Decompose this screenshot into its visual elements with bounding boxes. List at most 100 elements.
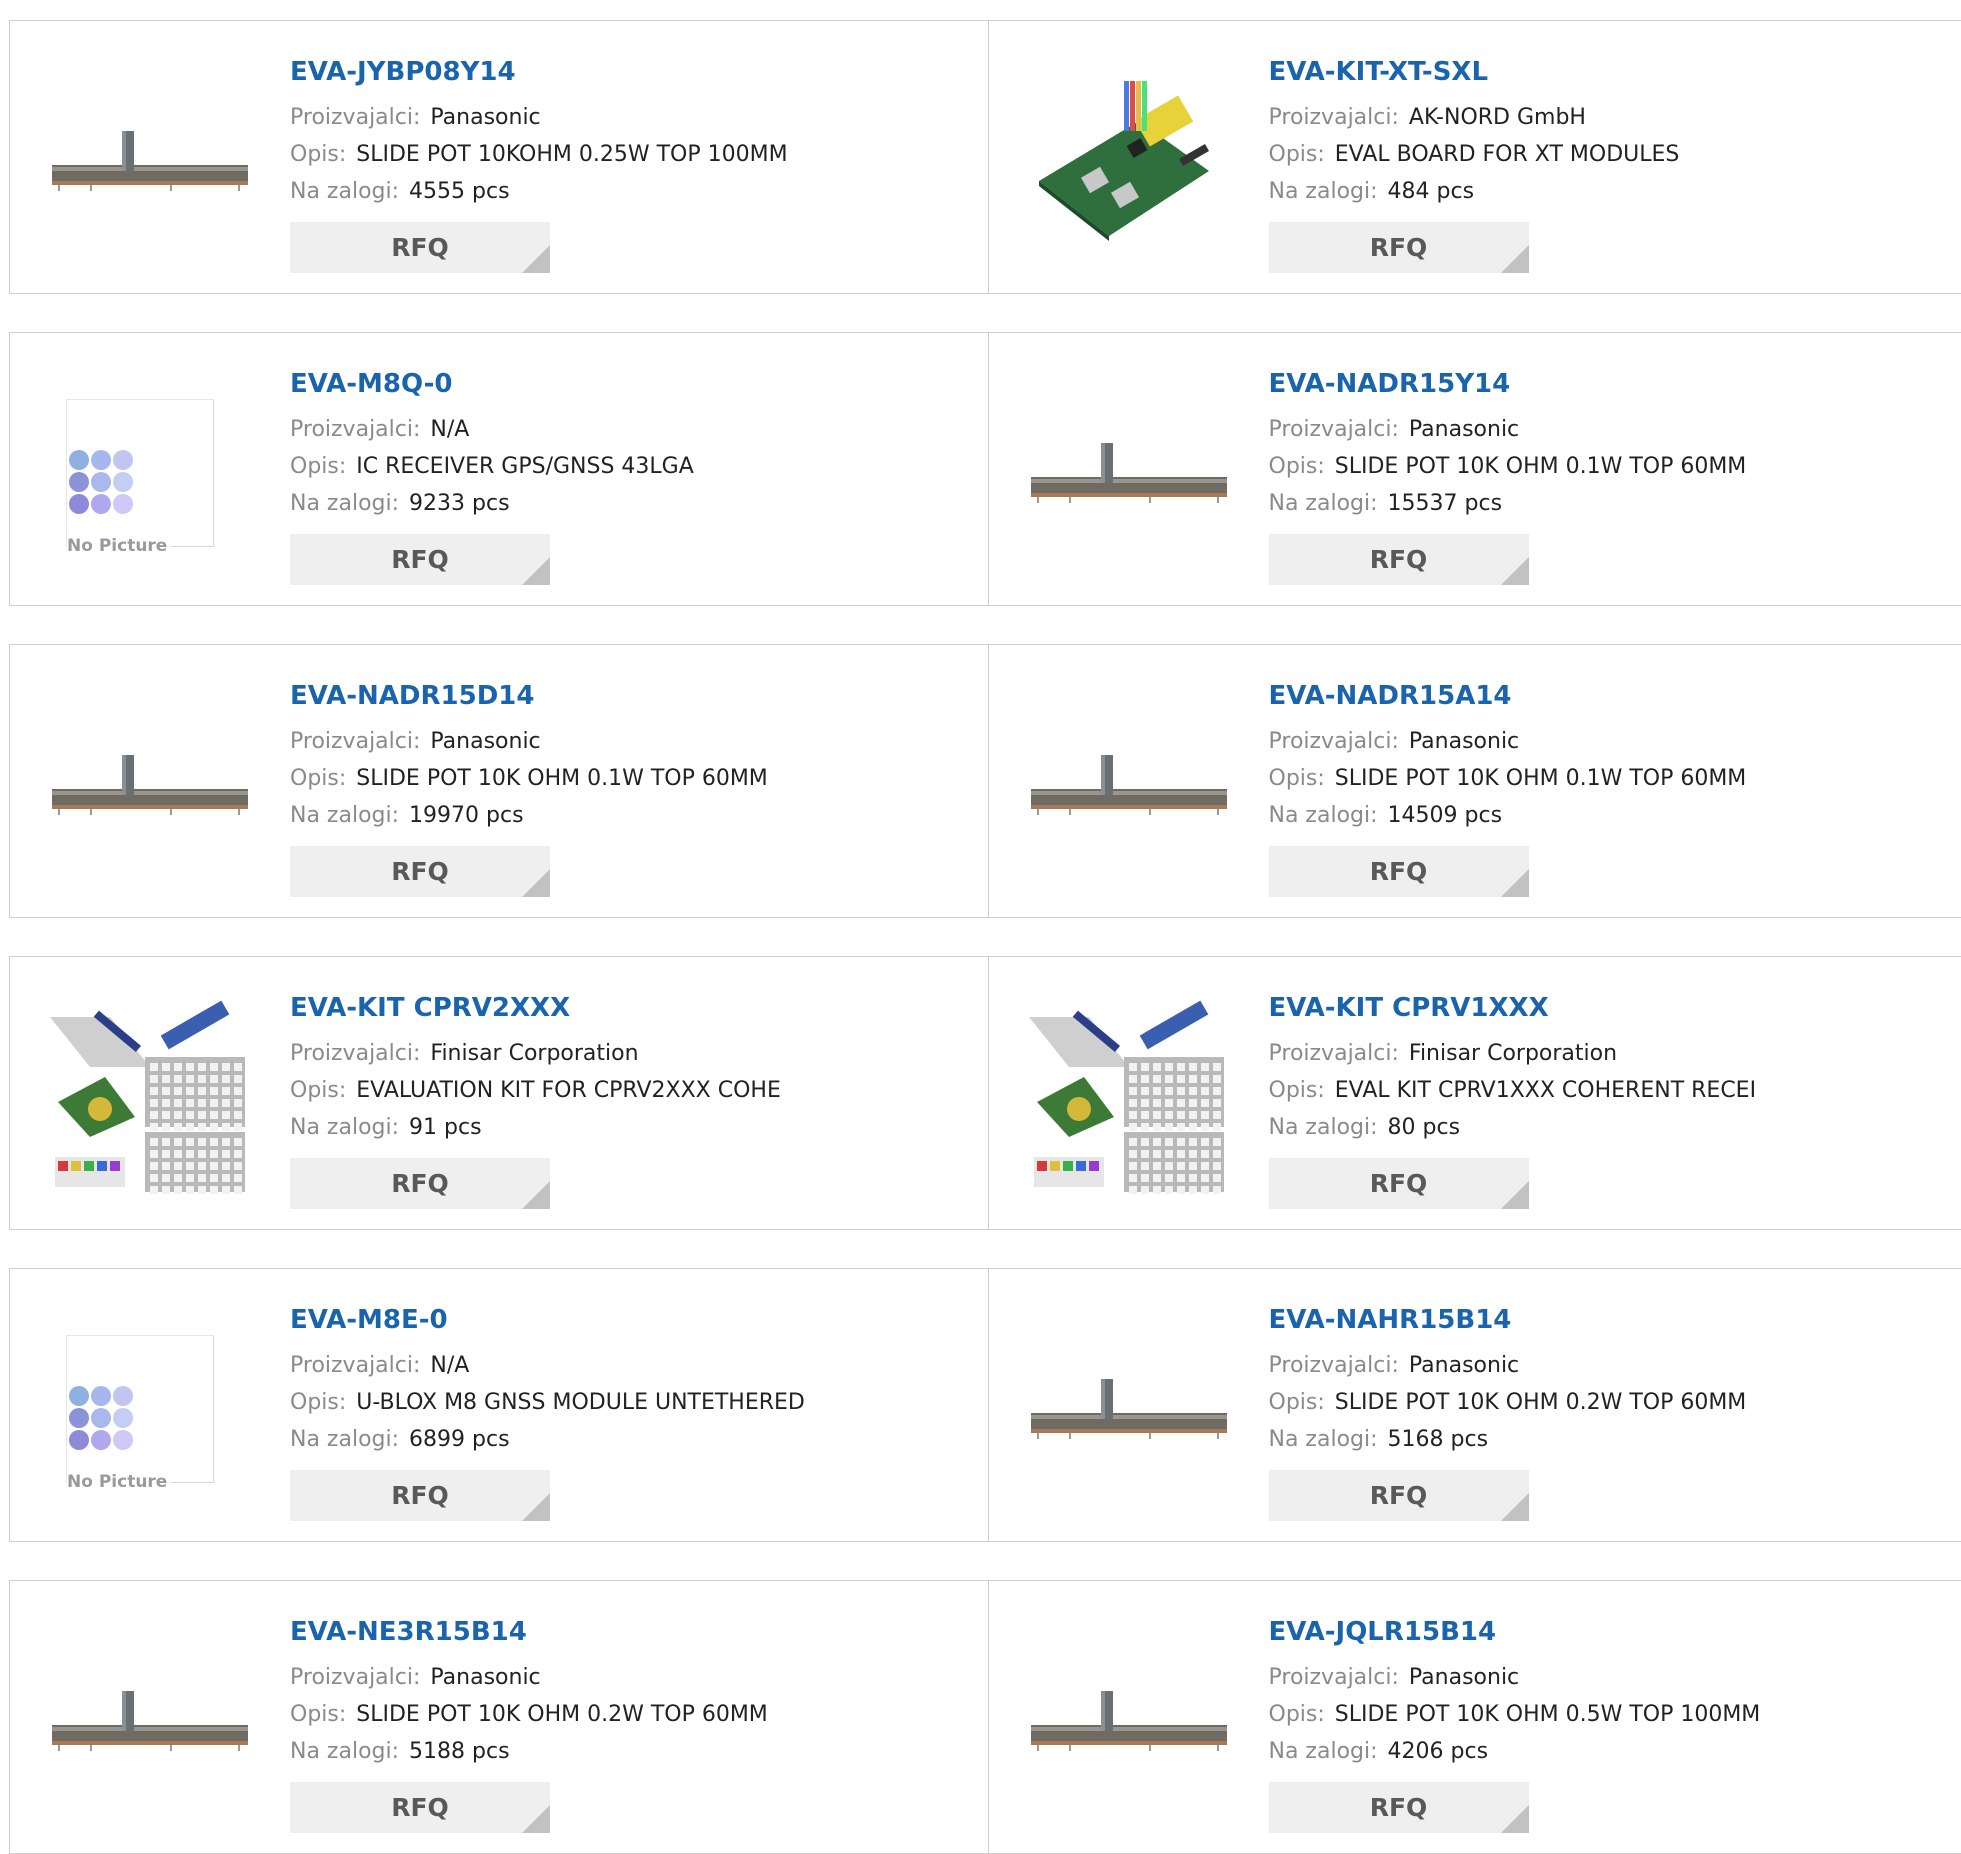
stock-value: 5168 pcs [1388,1427,1489,1452]
manufacturer-label: Proizvajalci: [1269,1353,1399,1378]
product-title-link[interactable]: EVA-JYBP08Y14 [290,57,788,87]
product-info: EVA-JYBP08Y14 Proizvajalci:Panasonic Opi… [290,51,788,273]
stock-row: Na zalogi: 5168 pcs [1269,1421,1747,1458]
product-info: EVA-KIT-XT-SXL Proizvajalci:AK-NORD GmbH… [1269,51,1680,273]
product-info: EVA-M8E-0 Proizvajalci:N/A Opis:U-BLOX M… [290,1299,805,1521]
product-info: EVA-NADR15D14 Proizvajalci:Panasonic Opi… [290,675,768,897]
description-value: EVALUATION KIT FOR CPRV2XXX COHE [356,1078,781,1103]
description-row: Opis: EVAL BOARD FOR XT MODULES [1269,136,1680,173]
stock-value: 15537 pcs [1388,491,1503,516]
manufacturer-row: Proizvajalci:Panasonic [290,723,768,760]
product-title-link[interactable]: EVA-M8Q-0 [290,369,694,399]
description-row: Opis:EVALUATION KIT FOR CPRV2XXX COHE [290,1072,781,1109]
product-row: EVA-NADR15D14 Proizvajalci:Panasonic Opi… [9,644,1961,918]
product-card: EVA-KIT CPRV2XXX Proizvajalci:Finisar Co… [10,957,988,1229]
stock-value: 484 pcs [1388,179,1475,204]
slide-pot-image [1029,373,1229,573]
manufacturer-value: Panasonic [1409,729,1519,754]
rfq-button[interactable]: RFQ [1269,846,1529,897]
product-image[interactable] [1029,685,1229,885]
rfq-button[interactable]: RFQ [290,846,550,897]
description-value: EVAL BOARD FOR XT MODULES [1335,142,1680,167]
rfq-button[interactable]: RFQ [1269,1470,1529,1521]
manufacturer-label: Proizvajalci: [1269,1665,1399,1690]
slide-pot-image [1029,1621,1229,1821]
stock-value: 6899 pcs [409,1427,510,1452]
description-value: IC RECEIVER GPS/GNSS 43LGA [356,454,693,479]
stock-row: Na zalogi:4206 pcs [1269,1733,1761,1770]
description-value: EVAL KIT CPRV1XXX COHERENT RECEI [1335,1078,1756,1103]
product-image[interactable] [1029,997,1229,1197]
stock-value: 4206 pcs [1388,1739,1489,1764]
product-title-link[interactable]: EVA-JQLR15B14 [1269,1617,1761,1647]
product-title-link[interactable]: EVA-M8E-0 [290,1305,805,1335]
description-label: Opis: [1269,142,1325,167]
product-image[interactable] [50,61,250,261]
rfq-button[interactable]: RFQ [1269,534,1529,585]
product-title-link[interactable]: EVA-NAHR15B14 [1269,1305,1747,1335]
stock-row: Na zalogi:91 pcs [290,1109,781,1146]
product-title-link[interactable]: EVA-KIT-XT-SXL [1269,57,1680,87]
manufacturer-value: Panasonic [430,729,540,754]
rfq-button[interactable]: RFQ [290,222,550,273]
product-card: EVA-NADR15Y14 Proizvajalci:Panasonic Opi… [988,333,1961,605]
product-card: EVA-NADR15A14 Proizvajalci:Panasonic Opi… [988,645,1961,917]
manufacturer-label: Proizvajalci: [290,1665,420,1690]
product-image[interactable]: No Picture [50,1309,250,1509]
rfq-button[interactable]: RFQ [290,1470,550,1521]
manufacturer-row: Proizvajalci:Finisar Corporation [1269,1035,1757,1072]
slide-pot-image [50,61,250,261]
product-image[interactable] [50,685,250,885]
product-title-link[interactable]: EVA-NADR15D14 [290,681,768,711]
stock-label: Na zalogi: [1269,1427,1378,1452]
rfq-button[interactable]: RFQ [1269,1158,1529,1209]
product-info: EVA-M8Q-0 Proizvajalci:N/A Opis:IC RECEI… [290,363,694,585]
manufacturer-row: Proizvajalci:Panasonic [1269,1659,1761,1696]
product-image[interactable] [1029,61,1229,261]
description-value: SLIDE POT 10K OHM 0.2W TOP 60MM [356,1702,768,1727]
rfq-button[interactable]: RFQ [290,1158,550,1209]
description-row: Opis:U-BLOX M8 GNSS MODULE UNTETHERED [290,1384,805,1421]
slide-pot-image [50,685,250,885]
rfq-button[interactable]: RFQ [290,534,550,585]
product-image[interactable] [50,997,250,1197]
no-picture-icon [67,1386,137,1460]
product-row: EVA-NE3R15B14 Proizvajalci:Panasonic Opi… [9,1580,1961,1854]
description-label: Opis: [1269,1702,1325,1727]
description-label: Opis: [1269,766,1325,791]
description-label: Opis: [290,142,346,167]
product-card: EVA-KIT-XT-SXL Proizvajalci:AK-NORD GmbH… [988,21,1961,293]
manufacturer-value: Panasonic [430,105,540,130]
no-picture-label: No Picture [67,1472,171,1492]
product-image[interactable]: No Picture [50,373,250,573]
stock-label: Na zalogi: [1269,179,1378,204]
stock-label: Na zalogi: [290,179,399,204]
manufacturer-row: Proizvajalci:N/A [290,1347,805,1384]
rfq-button[interactable]: RFQ [290,1782,550,1833]
stock-label: Na zalogi: [290,803,399,828]
product-title-link[interactable]: EVA-NADR15A14 [1269,681,1747,711]
description-row: Opis:SLIDE POT 10K OHM 0.2W TOP 60MM [1269,1384,1747,1421]
stock-row: Na zalogi:5188 pcs [290,1733,768,1770]
rfq-button[interactable]: RFQ [1269,222,1529,273]
product-image[interactable] [50,1621,250,1821]
product-title-link[interactable]: EVA-KIT CPRV2XXX [290,993,781,1023]
product-image[interactable] [1029,373,1229,573]
description-value: SLIDE POT 10K OHM 0.5W TOP 100MM [1335,1702,1761,1727]
product-title-link[interactable]: EVA-KIT CPRV1XXX [1269,993,1757,1023]
description-label: Opis: [290,454,346,479]
description-row: Opis: EVAL KIT CPRV1XXX COHERENT RECEI [1269,1072,1757,1109]
product-image[interactable] [1029,1309,1229,1509]
manufacturer-value: Panasonic [1409,417,1519,442]
description-label: Opis: [1269,1078,1325,1103]
product-title-link[interactable]: EVA-NE3R15B14 [290,1617,768,1647]
product-card: EVA-KIT CPRV1XXX Proizvajalci:Finisar Co… [988,957,1961,1229]
slide-pot-image [50,1621,250,1821]
manufacturer-row: Proizvajalci:Panasonic [1269,411,1747,448]
description-row: Opis:SLIDE POT 10K OHM 0.2W TOP 60MM [290,1696,768,1733]
stock-row: Na zalogi:14509 pcs [1269,797,1747,834]
rfq-button[interactable]: RFQ [1269,1782,1529,1833]
stock-value: 19970 pcs [409,803,524,828]
product-title-link[interactable]: EVA-NADR15Y14 [1269,369,1747,399]
product-image[interactable] [1029,1621,1229,1821]
